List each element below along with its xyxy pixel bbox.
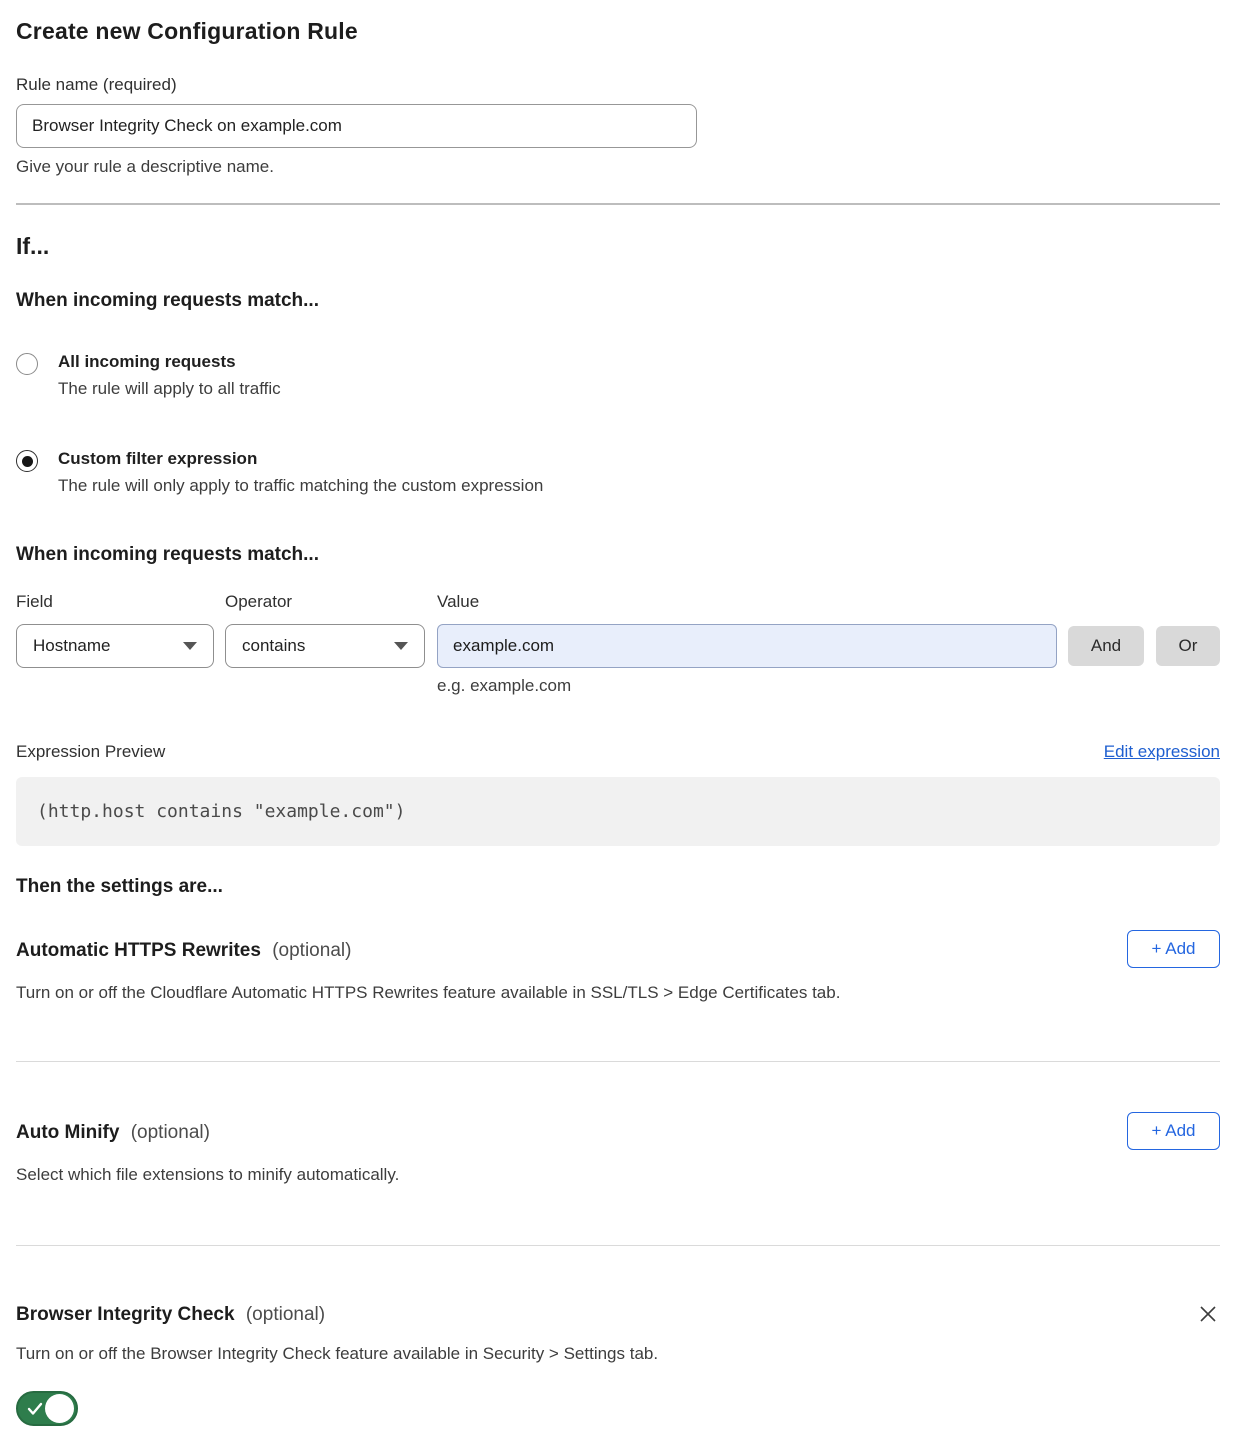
field-selected-value: Hostname bbox=[33, 636, 110, 656]
setting-description: Select which file extensions to minify a… bbox=[16, 1165, 1220, 1185]
expression-code-block: (http.host contains "example.com") bbox=[16, 777, 1220, 846]
setting-description: Turn on or off the Browser Integrity Che… bbox=[16, 1344, 1220, 1364]
chevron-down-icon bbox=[183, 642, 197, 650]
toggle-knob bbox=[45, 1394, 74, 1423]
radio-option-label: All incoming requests bbox=[58, 352, 281, 372]
operator-label: Operator bbox=[225, 592, 437, 612]
operator-select[interactable]: contains bbox=[225, 624, 425, 668]
then-heading: Then the settings are... bbox=[16, 876, 1220, 898]
rule-name-label: Rule name (required) bbox=[16, 75, 1220, 95]
or-button[interactable]: Or bbox=[1156, 626, 1220, 666]
radio-option-description: The rule will apply to all traffic bbox=[58, 379, 281, 399]
remove-setting-button[interactable] bbox=[1196, 1302, 1220, 1329]
expression-preview-label: Expression Preview bbox=[16, 742, 165, 762]
value-helper-row: e.g. example.com bbox=[16, 676, 1220, 696]
setting-title-line: Auto Minify (optional) bbox=[16, 1112, 210, 1144]
section-divider bbox=[16, 1061, 1220, 1062]
setting-title: Auto Minify bbox=[16, 1122, 119, 1143]
close-icon bbox=[1198, 1304, 1218, 1324]
setting-title-line: Automatic HTTPS Rewrites (optional) bbox=[16, 930, 351, 962]
radio-option-all-incoming-requests[interactable]: All incoming requests The rule will appl… bbox=[16, 352, 1220, 399]
expression-preview-row: Expression Preview Edit expression bbox=[16, 742, 1220, 762]
value-input[interactable] bbox=[437, 624, 1057, 668]
setting-title-line: Browser Integrity Check (optional) bbox=[16, 1294, 325, 1326]
radio-dot bbox=[22, 456, 33, 467]
filter-builder-heading: When incoming requests match... bbox=[16, 544, 1220, 566]
check-icon bbox=[27, 1402, 43, 1416]
radio-option-custom-filter-expression[interactable]: Custom filter expression The rule will o… bbox=[16, 449, 1220, 496]
add-automatic-https-rewrites-button[interactable]: + Add bbox=[1127, 930, 1220, 968]
match-heading: When incoming requests match... bbox=[16, 290, 1220, 312]
filter-builder-row: Hostname contains And Or bbox=[16, 624, 1220, 668]
setting-optional-tag: (optional) bbox=[131, 1122, 210, 1143]
radio-selected-icon[interactable] bbox=[16, 450, 38, 472]
expression-code: (http.host contains "example.com") bbox=[37, 801, 405, 822]
and-button[interactable]: And bbox=[1068, 626, 1144, 666]
section-divider bbox=[16, 1245, 1220, 1246]
radio-unselected-icon[interactable] bbox=[16, 353, 38, 375]
setting-automatic-https-rewrites: Automatic HTTPS Rewrites (optional) + Ad… bbox=[16, 930, 1220, 1003]
setting-optional-tag: (optional) bbox=[246, 1304, 325, 1325]
setting-title: Browser Integrity Check bbox=[16, 1304, 235, 1325]
chevron-down-icon bbox=[394, 642, 408, 650]
value-helper-text: e.g. example.com bbox=[437, 676, 571, 696]
operator-selected-value: contains bbox=[242, 636, 305, 656]
setting-description: Turn on or off the Cloudflare Automatic … bbox=[16, 983, 1220, 1003]
browser-integrity-check-toggle[interactable] bbox=[16, 1391, 78, 1426]
radio-option-description: The rule will only apply to traffic matc… bbox=[58, 476, 543, 496]
radio-option-label: Custom filter expression bbox=[58, 449, 543, 469]
rule-name-helper: Give your rule a descriptive name. bbox=[16, 157, 1220, 177]
setting-title: Automatic HTTPS Rewrites bbox=[16, 940, 261, 961]
value-label: Value bbox=[437, 592, 1220, 612]
setting-browser-integrity-check: Browser Integrity Check (optional) Turn … bbox=[16, 1294, 1220, 1431]
add-auto-minify-button[interactable]: + Add bbox=[1127, 1112, 1220, 1150]
filter-builder-labels: Field Operator Value bbox=[16, 592, 1220, 612]
setting-optional-tag: (optional) bbox=[272, 940, 351, 961]
if-heading: If... bbox=[16, 233, 1220, 260]
page-title: Create new Configuration Rule bbox=[16, 18, 1220, 45]
rule-name-input[interactable] bbox=[16, 104, 697, 148]
setting-auto-minify: Auto Minify (optional) + Add Select whic… bbox=[16, 1112, 1220, 1185]
section-divider bbox=[16, 203, 1220, 205]
edit-expression-link[interactable]: Edit expression bbox=[1104, 742, 1220, 762]
field-label: Field bbox=[16, 592, 225, 612]
field-select[interactable]: Hostname bbox=[16, 624, 214, 668]
